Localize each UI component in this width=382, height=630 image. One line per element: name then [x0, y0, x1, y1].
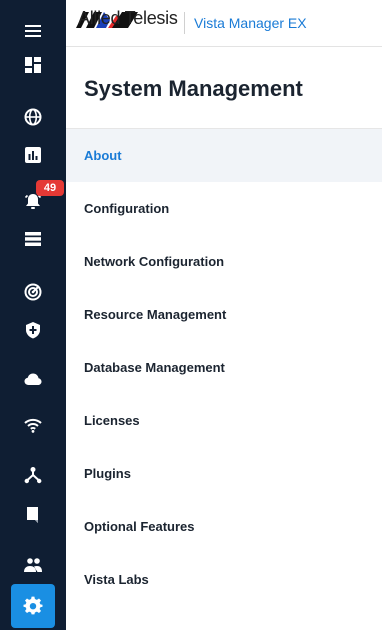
network-icon[interactable]	[12, 458, 54, 492]
radar-icon[interactable]	[12, 275, 54, 309]
list-icon[interactable]	[12, 222, 54, 256]
top-bar-divider	[66, 46, 382, 47]
page-title: System Management	[84, 76, 303, 101]
product-name-link[interactable]: Vista Manager EX	[194, 15, 307, 31]
bookmark-icon[interactable]	[12, 498, 54, 532]
menu-item-database-management[interactable]: Database Management	[66, 341, 382, 394]
menu-item-licenses[interactable]: Licenses	[66, 394, 382, 447]
wifi-icon[interactable]	[12, 408, 54, 442]
menu-icon[interactable]	[12, 14, 54, 48]
menu-item-vista-labs[interactable]: Vista Labs	[66, 553, 382, 606]
menu-item-about[interactable]: About	[66, 129, 382, 182]
menu-item-configuration[interactable]: Configuration	[66, 182, 382, 235]
icon-rail: 49	[0, 0, 66, 630]
system-management-menu: About Configuration Network Configuratio…	[66, 129, 382, 606]
brand-name: Allied Telesis	[78, 8, 178, 28]
globe-icon[interactable]	[12, 100, 54, 134]
chart-icon[interactable]	[12, 138, 54, 172]
gear-icon[interactable]	[11, 584, 55, 628]
menu-item-network-configuration[interactable]: Network Configuration	[66, 235, 382, 288]
users-icon[interactable]	[12, 548, 54, 582]
header-divider	[184, 12, 185, 34]
menu-item-plugins[interactable]: Plugins	[66, 447, 382, 500]
menu-item-resource-management[interactable]: Resource Management	[66, 288, 382, 341]
dashboard-icon[interactable]	[12, 48, 54, 82]
cloud-icon[interactable]	[12, 362, 54, 396]
shield-icon[interactable]	[12, 313, 54, 347]
menu-item-optional-features[interactable]: Optional Features	[66, 500, 382, 553]
alerts-badge: 49	[36, 180, 64, 196]
